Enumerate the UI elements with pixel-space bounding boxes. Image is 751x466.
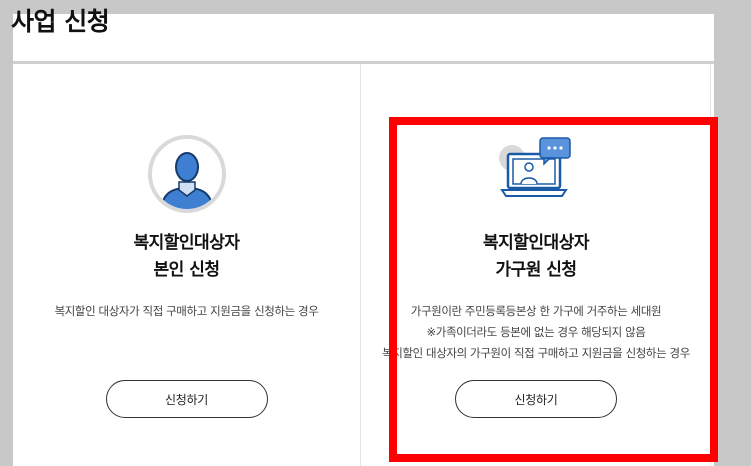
card-divider: [710, 64, 711, 466]
card-title-line2: 가구원 신청: [495, 260, 577, 280]
card-title: 복지할인대상자 가구원 신청: [361, 230, 711, 284]
video-call-laptop-icon: [496, 134, 576, 208]
card-desc-note: ※가족이더라도 등본에 없는 경우 해당되지 않음: [426, 325, 646, 339]
card-desc-line: 복지할인 대상자의 가구원이 직접 구매하고 지원금을 신청하는 경우: [382, 346, 690, 360]
card-title: 복지할인대상자 본인 신청: [13, 230, 360, 284]
card-desc-line: 복지할인 대상자가 직접 구매하고 지원금을 신청하는 경우: [54, 304, 319, 318]
card-self-application: 복지할인대상자 본인 신청 복지할인 대상자가 직접 구매하고 지원금을 신청하…: [13, 64, 360, 466]
card-title-line2: 본인 신청: [153, 260, 220, 280]
application-cards: 복지할인대상자 본인 신청 복지할인 대상자가 직접 구매하고 지원금을 신청하…: [13, 64, 714, 466]
card-desc-line: 가구원이란 주민등록등본상 한 가구에 거주하는 세대원: [410, 304, 662, 318]
card-description: 가구원이란 주민등록등본상 한 가구에 거주하는 세대원 ※가족이더라도 등본에…: [361, 301, 711, 364]
card-description: 복지할인 대상자가 직접 구매하고 지원금을 신청하는 경우: [13, 301, 360, 322]
user-avatar-icon: [147, 134, 227, 218]
apply-household-button[interactable]: 신청하기: [455, 380, 617, 418]
apply-self-button[interactable]: 신청하기: [105, 380, 268, 418]
page-title: 사업 신청: [11, 7, 110, 36]
card-household-application: 복지할인대상자 가구원 신청 가구원이란 주민등록등본상 한 가구에 거주하는 …: [360, 64, 711, 466]
card-title-line1: 복지할인대상자: [133, 233, 240, 253]
card-title-line1: 복지할인대상자: [483, 233, 589, 253]
